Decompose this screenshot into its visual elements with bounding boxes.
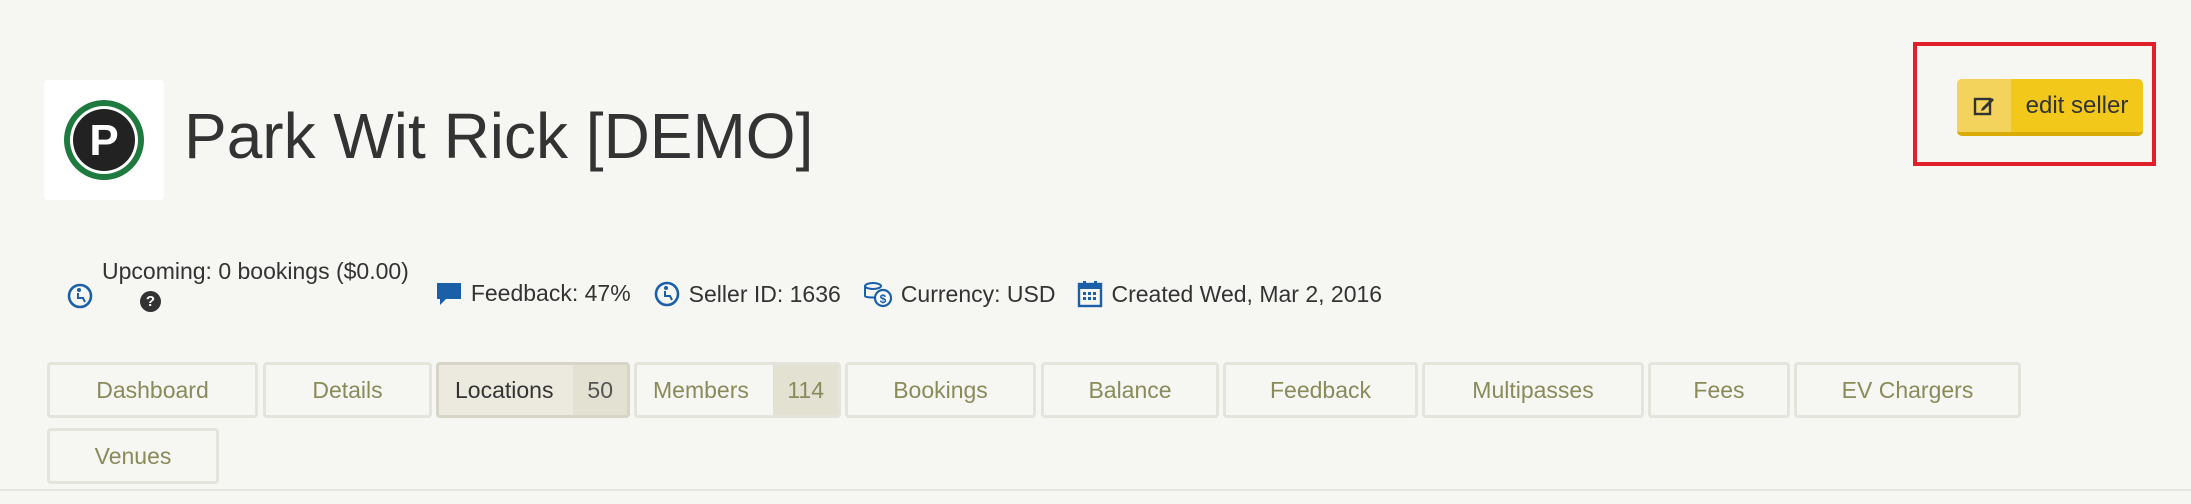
- page-title: Park Wit Rick [DEMO]: [184, 100, 814, 172]
- tab-multipasses[interactable]: Multipasses: [1422, 362, 1644, 418]
- upcoming-text: Upcoming: 0 bookings ($0.00): [102, 258, 409, 284]
- svg-text:P: P: [89, 116, 118, 165]
- tab-label: Feedback: [1269, 376, 1371, 403]
- accessible-icon: [67, 283, 93, 309]
- tab-label: Multipasses: [1472, 376, 1594, 403]
- seller-meta: Upcoming: 0 bookings ($0.00) ? Feedback:…: [66, 258, 1404, 328]
- svg-text:$: $: [879, 292, 886, 306]
- tab-ev-chargers[interactable]: EV Chargers: [1794, 362, 2021, 418]
- help-icon[interactable]: ?: [140, 291, 161, 312]
- tab-label: Fees: [1693, 376, 1745, 403]
- tab-label: EV Chargers: [1841, 376, 1974, 403]
- feedback-text: Feedback: 47%: [470, 280, 631, 306]
- tab-label: Bookings: [893, 376, 988, 403]
- speech-bubble-icon: [436, 282, 461, 305]
- parking-logo-icon: P: [64, 100, 144, 180]
- tab-bookings[interactable]: Bookings: [845, 362, 1036, 418]
- seller-id-text: Seller ID: 1636: [688, 280, 841, 307]
- tab-count-badge: 114: [773, 365, 838, 415]
- created-text: Created Wed, Mar 2, 2016: [1111, 280, 1383, 307]
- divider: [0, 489, 2191, 491]
- tab-fees[interactable]: Fees: [1648, 362, 1790, 418]
- upcoming-bookings: Upcoming: 0 bookings ($0.00) ?: [66, 258, 409, 312]
- tab-label: Members: [653, 376, 749, 403]
- tab-locations[interactable]: Locations 50: [436, 362, 630, 418]
- edit-seller-label: edit seller: [2025, 91, 2129, 119]
- tab-dashboard[interactable]: Dashboard: [47, 362, 258, 418]
- edit-icon: [1957, 79, 2011, 132]
- currency: $ Currency: USD: [863, 280, 1056, 308]
- tab-label: Details: [312, 376, 383, 403]
- tab-venues[interactable]: Venues: [47, 428, 219, 484]
- tab-feedback[interactable]: Feedback: [1223, 362, 1418, 418]
- currency-text: Currency: USD: [900, 280, 1056, 307]
- seller-id: Seller ID: 1636: [653, 280, 841, 308]
- tab-members[interactable]: Members 114: [634, 362, 841, 418]
- tab-label: Locations: [455, 376, 554, 403]
- tab-count-badge: 50: [573, 365, 627, 415]
- calendar-icon: [1078, 281, 1103, 308]
- tab-label: Dashboard: [96, 376, 209, 403]
- seller-logo: P: [44, 80, 164, 200]
- created-date: Created Wed, Mar 2, 2016: [1077, 280, 1382, 308]
- feedback-stat: Feedback: 47%: [435, 280, 631, 307]
- accessible-icon: [654, 281, 679, 307]
- tab-details[interactable]: Details: [263, 362, 432, 418]
- coins-icon: $: [863, 282, 892, 308]
- tab-balance[interactable]: Balance: [1041, 362, 1219, 418]
- tab-label: Venues: [94, 442, 172, 469]
- edit-seller-button[interactable]: edit seller: [1957, 79, 2143, 136]
- tab-label: Balance: [1088, 376, 1172, 403]
